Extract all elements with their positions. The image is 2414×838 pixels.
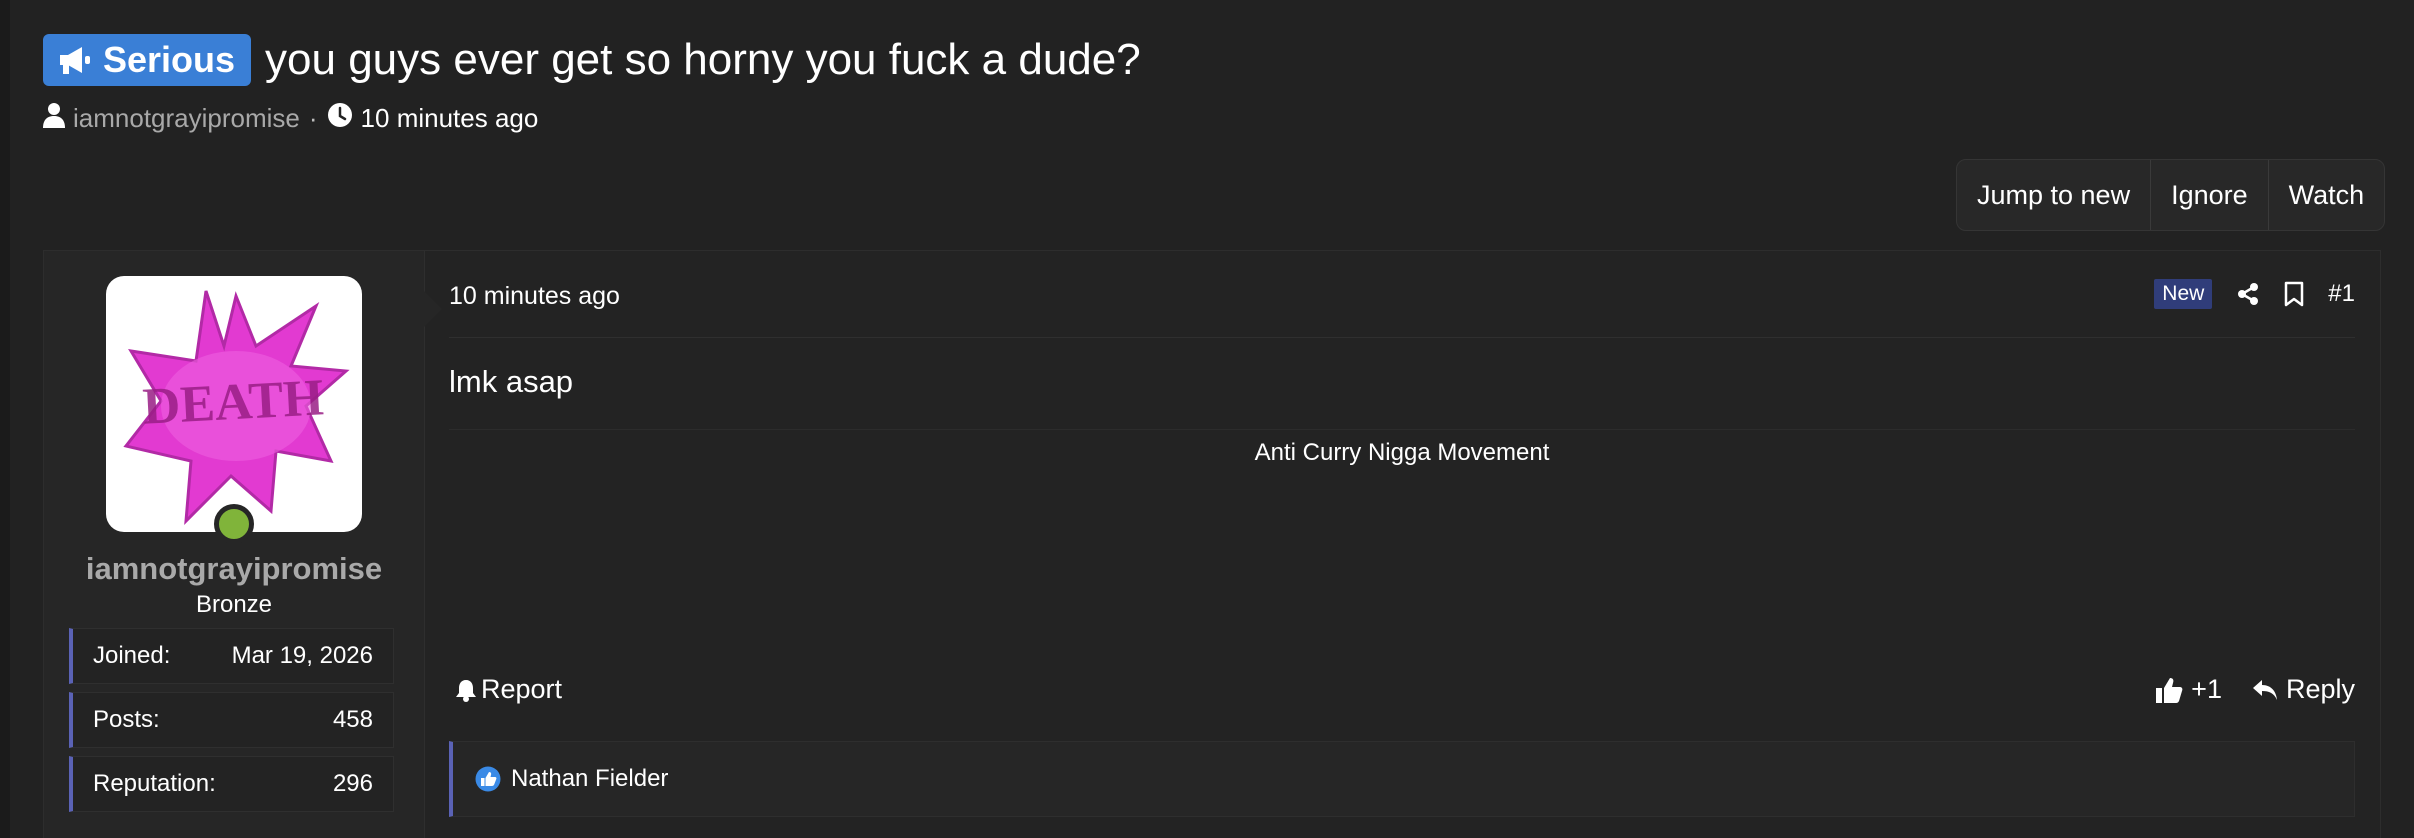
post-body: lmk asap: [449, 364, 574, 399]
post-actions: Report +1 Reply: [449, 671, 2355, 711]
reply-label: Reply: [2285, 674, 2355, 704]
report-button[interactable]: Report: [455, 674, 562, 705]
ignore-button[interactable]: Ignore: [2151, 160, 2269, 230]
meta-separator: ·: [308, 103, 318, 133]
report-label: Report: [481, 674, 563, 704]
stat-reputation: Reputation: 296: [69, 756, 394, 812]
stat-value: 296: [332, 770, 373, 797]
thumbs-up-icon: [2155, 676, 2183, 704]
post-number-link[interactable]: #1: [2328, 280, 2355, 308]
avatar-logo-text: DEATH: [141, 369, 325, 435]
watch-button[interactable]: Watch: [2269, 160, 2385, 230]
thread-header: Serious you guys ever get so horny you f…: [43, 34, 1141, 86]
post-username[interactable]: iamnotgrayipromise: [44, 551, 424, 587]
bell-icon: [455, 678, 477, 702]
clock-icon: [327, 102, 353, 135]
thread-page: Serious you guys ever get so horny you f…: [0, 0, 2414, 838]
stat-posts: Posts: 458: [69, 692, 394, 748]
post-user-cell: DEATH iamnotgrayipromise Bronze Joined: …: [44, 251, 442, 838]
thread-actions: Jump to new Ignore Watch: [1956, 159, 2386, 231]
user-cell-arrow: [424, 291, 442, 327]
thread-author-link[interactable]: iamnotgrayipromise: [73, 103, 300, 134]
avatar[interactable]: DEATH: [106, 276, 362, 532]
reacted-by-user[interactable]: Nathan Fielder: [511, 765, 668, 793]
jump-to-new-button[interactable]: Jump to new: [1957, 160, 2152, 230]
reactions-bar[interactable]: Nathan Fielder: [449, 741, 2355, 817]
user-rank: Bronze: [195, 591, 273, 618]
reply-button[interactable]: Reply: [2252, 674, 2355, 705]
megaphone-icon: [57, 44, 93, 76]
prefix-label: Serious: [103, 39, 236, 80]
thread-meta: iamnotgrayipromise · 10 minutes ago: [43, 102, 538, 135]
online-status-indicator: [214, 504, 254, 544]
like-reaction-icon: [475, 766, 501, 792]
thread-title: you guys ever get so horny you fuck a du…: [265, 35, 1141, 84]
post-signature: Anti Curry Nigga Movement: [1254, 439, 1550, 466]
post-message-cell: 10 minutes ago New #1 lmk asap Anti Curr…: [449, 251, 2355, 838]
stat-value: Mar 19, 2026: [231, 642, 373, 669]
reaction-count: +1: [2191, 674, 2222, 704]
stat-joined: Joined: Mar 19, 2026: [69, 628, 394, 684]
message-attribution: 10 minutes ago New #1: [449, 279, 2355, 338]
signature-divider: [449, 429, 2355, 430]
left-edge: [0, 0, 10, 838]
thread-time-link[interactable]: 10 minutes ago: [361, 103, 539, 134]
new-badge: New: [2154, 279, 2213, 309]
stat-label: Joined:: [93, 642, 171, 669]
stat-label: Posts:: [93, 706, 160, 733]
post-actions-right: +1 Reply: [2155, 674, 2355, 705]
reply-icon: [2252, 678, 2278, 702]
bookmark-icon[interactable]: [2284, 281, 2304, 307]
like-button[interactable]: +1: [2155, 674, 2222, 705]
prefix-badge[interactable]: Serious: [43, 34, 252, 86]
post-date-link[interactable]: 10 minutes ago: [449, 282, 620, 311]
post: DEATH iamnotgrayipromise Bronze Joined: …: [43, 250, 2381, 838]
user-icon: [43, 102, 65, 135]
share-icon[interactable]: [2236, 282, 2260, 306]
attribution-actions: New #1: [2154, 279, 2355, 309]
stat-value: 458: [332, 706, 373, 733]
stat-label: Reputation:: [93, 770, 216, 797]
